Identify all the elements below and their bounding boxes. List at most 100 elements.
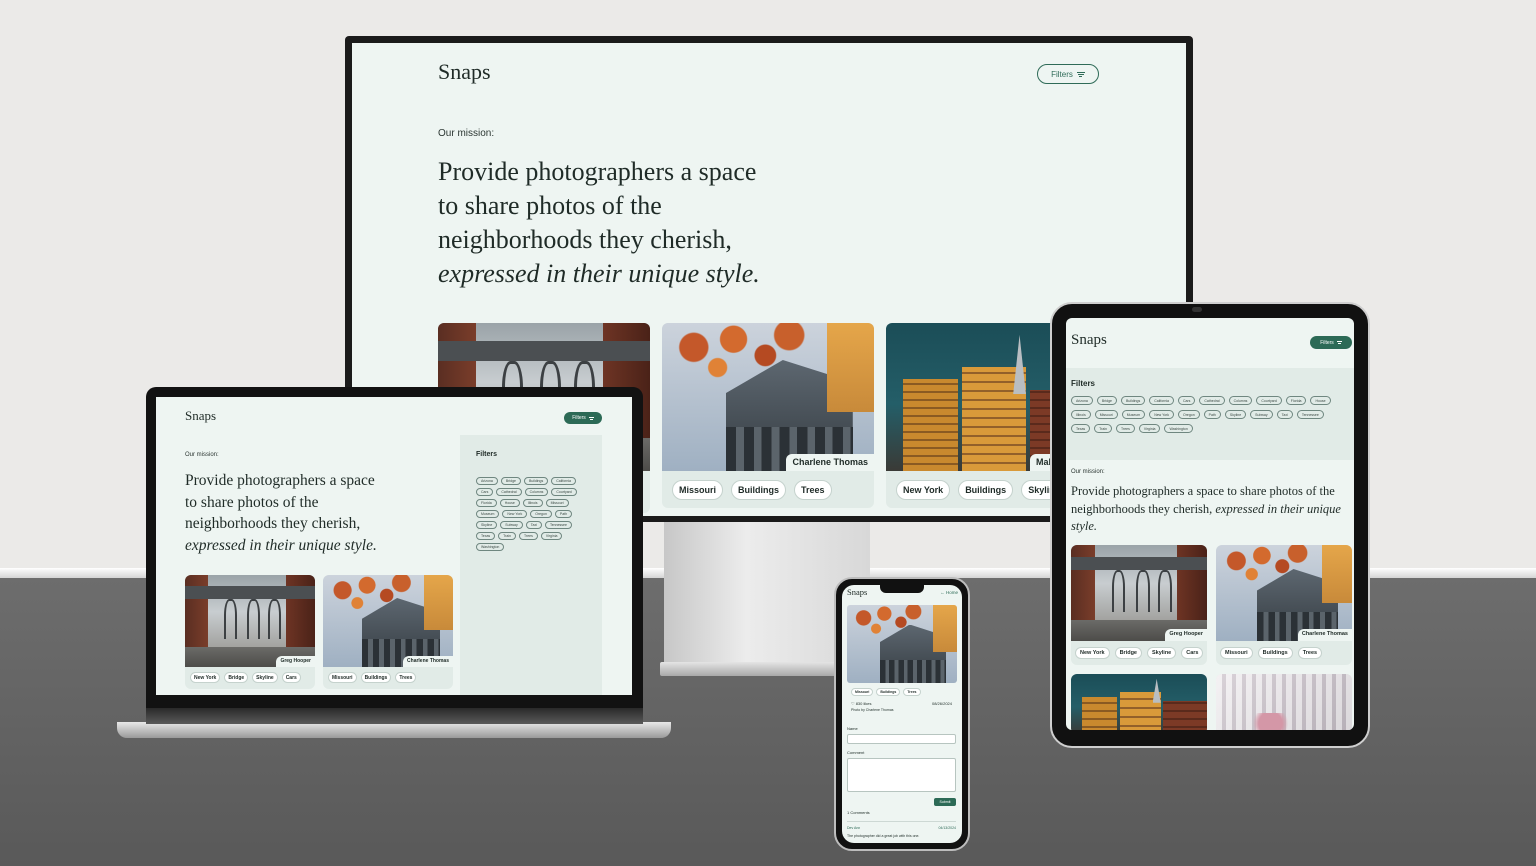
filter-chip[interactable]: Museum [476, 510, 500, 518]
photo-credit[interactable]: Charlene Thomas [1297, 629, 1352, 641]
submit-button[interactable]: Submit [934, 798, 956, 806]
filter-chip[interactable]: Subway [1250, 410, 1273, 419]
tag[interactable]: Trees [395, 672, 417, 683]
photo-card[interactable] [1216, 674, 1352, 730]
filter-chip[interactable]: Path [1203, 410, 1221, 419]
filter-chip[interactable]: Oregon [1177, 410, 1200, 419]
tag[interactable]: Trees [903, 688, 921, 696]
photo-credit[interactable]: Charlene Thomas [403, 656, 453, 667]
filter-chip[interactable]: Cathedral [1199, 396, 1225, 405]
tag[interactable]: Missouri [328, 672, 357, 683]
photo-card[interactable]: Greg Hooper New York Bridge Skyline Cars [1071, 545, 1207, 665]
app-logo[interactable]: Snaps [847, 587, 867, 597]
home-link[interactable]: ← Home [940, 590, 958, 595]
filter-chip[interactable]: California [551, 477, 577, 485]
filters-button[interactable]: Filters [564, 412, 602, 424]
tag[interactable]: Trees [1297, 647, 1323, 659]
filter-chip[interactable]: Bridge [500, 477, 521, 485]
filter-chip[interactable]: Tennessee [544, 521, 572, 529]
tag[interactable]: New York [1075, 647, 1110, 659]
likes-count[interactable]: ♡ 830 likes [851, 701, 871, 706]
filter-chip[interactable]: Taxi [1276, 410, 1293, 419]
filter-chip[interactable]: Skyline [476, 521, 498, 529]
filter-chip[interactable]: Skyline [1224, 410, 1247, 419]
filter-chip[interactable]: Texas [1071, 424, 1091, 433]
filter-chip[interactable]: House [1310, 396, 1331, 405]
photo-card[interactable]: Charlene Thomas Missouri Buildings Trees [662, 323, 874, 508]
filter-chip[interactable]: Courtyard [551, 488, 577, 496]
filter-chip[interactable]: Washington [1164, 424, 1193, 433]
filter-chip[interactable]: Path [554, 510, 573, 518]
tag[interactable]: Cars [281, 672, 301, 683]
filter-chip[interactable]: Arizona [476, 477, 498, 485]
filter-chip[interactable]: Bridge [1096, 396, 1117, 405]
filter-chip[interactable]: Trees [1116, 424, 1135, 433]
filter-chip[interactable]: Columns [524, 488, 549, 496]
filter-chip[interactable]: Courtyard [1256, 396, 1282, 405]
filters-panel-title: Filters [476, 451, 498, 458]
tag[interactable]: Trees [794, 480, 832, 500]
photo-card[interactable]: Charlene Thomas Missouri Buildings Trees [1216, 545, 1352, 665]
filter-chip[interactable]: New York [502, 510, 528, 518]
tag[interactable]: Skyline [252, 672, 278, 683]
filter-chip[interactable]: Cars [1178, 396, 1196, 405]
filter-chip[interactable]: Illinois [1071, 410, 1091, 419]
filter-chip[interactable]: Buildings [524, 477, 549, 485]
filter-chip[interactable]: Trees [519, 532, 538, 540]
app-logo[interactable]: Snaps [1071, 332, 1107, 349]
filters-button[interactable]: Filters [1037, 64, 1099, 84]
filter-chip[interactable]: Virginia [540, 532, 563, 540]
filter-chip[interactable]: Cars [476, 488, 494, 496]
tag[interactable]: Bridge [1114, 647, 1142, 659]
filter-chip[interactable]: Columns [1228, 396, 1253, 405]
tag[interactable]: Missouri [1220, 647, 1253, 659]
filter-chip[interactable]: Washington [476, 543, 505, 551]
filter-chip[interactable]: Missouri [545, 499, 569, 507]
photo-credit[interactable]: Greg Hooper [276, 656, 315, 667]
filter-chip[interactable]: Taxi [525, 521, 542, 529]
filter-chip[interactable]: Illinois [522, 499, 543, 507]
filter-chip[interactable]: House [499, 499, 520, 507]
mission-line-2: to share photos of the [185, 493, 319, 511]
filter-chip[interactable]: Tennessee [1296, 410, 1324, 419]
photo-card[interactable]: Charlene Thomas Missouri Buildings Trees [323, 575, 453, 689]
filter-chip[interactable]: Missouri [1094, 410, 1118, 419]
filter-chip[interactable]: New York [1149, 410, 1174, 419]
tag[interactable]: Buildings [360, 672, 392, 683]
filter-chip[interactable]: Arizona [1071, 396, 1093, 405]
tag[interactable]: Buildings [958, 480, 1014, 500]
filter-chip[interactable]: Florida [1285, 396, 1307, 405]
tag[interactable]: Cars [1181, 647, 1204, 659]
tag[interactable]: Bridge [224, 672, 249, 683]
filter-chip[interactable]: Florida [476, 499, 497, 507]
filter-chip[interactable]: Train [498, 532, 517, 540]
tag[interactable]: New York [896, 480, 951, 500]
filter-chip[interactable]: Buildings [1121, 396, 1146, 405]
filters-button[interactable]: Filters [1310, 336, 1352, 349]
app-logo[interactable]: Snaps [438, 59, 491, 85]
tag[interactable]: Buildings [731, 480, 787, 500]
app-logo[interactable]: Snaps [185, 408, 216, 424]
tag[interactable]: Skyline [1146, 647, 1177, 659]
photo-card[interactable]: Greg Hooper New York Bridge Skyline Cars [185, 575, 315, 689]
filter-chip[interactable]: Subway [500, 521, 523, 529]
photo-credit[interactable]: Charlene Thomas [786, 454, 874, 471]
tag[interactable]: Buildings [876, 688, 901, 696]
tag[interactable]: Missouri [851, 688, 874, 696]
tag[interactable]: New York [190, 672, 221, 683]
filter-chip[interactable]: Cathedral [496, 488, 522, 496]
filter-chip[interactable]: California [1149, 396, 1175, 405]
comment-field[interactable] [847, 758, 956, 792]
laptop-base [117, 722, 671, 738]
photo-card[interactable] [1071, 674, 1207, 730]
filter-chip[interactable]: Museum [1121, 410, 1146, 419]
photo-credit[interactable]: Greg Hooper [1165, 629, 1207, 641]
filter-chip[interactable]: Oregon [530, 510, 552, 518]
tag[interactable]: Missouri [672, 480, 724, 500]
tag[interactable]: Buildings [1257, 647, 1293, 659]
photo-white-building [1216, 674, 1352, 730]
filter-chip[interactable]: Train [1094, 424, 1113, 433]
filter-chip[interactable]: Virginia [1138, 424, 1161, 433]
filter-chip[interactable]: Texas [476, 532, 496, 540]
name-field[interactable] [847, 734, 956, 744]
